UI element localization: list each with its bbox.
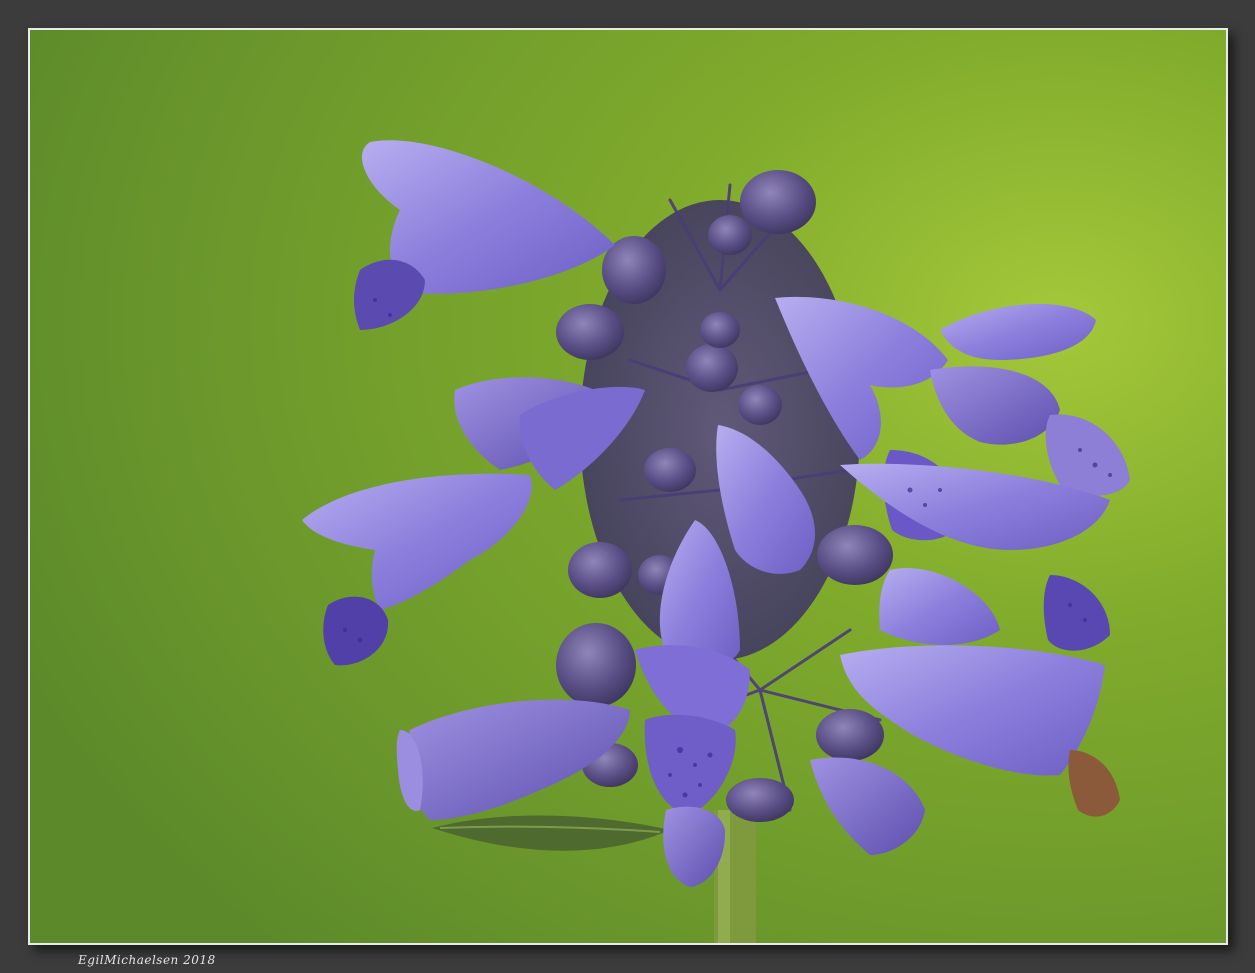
photographer-signature: EgilMichaelsen 2018 (78, 953, 216, 967)
flower-photo (30, 30, 1226, 943)
photo-frame (28, 28, 1228, 945)
